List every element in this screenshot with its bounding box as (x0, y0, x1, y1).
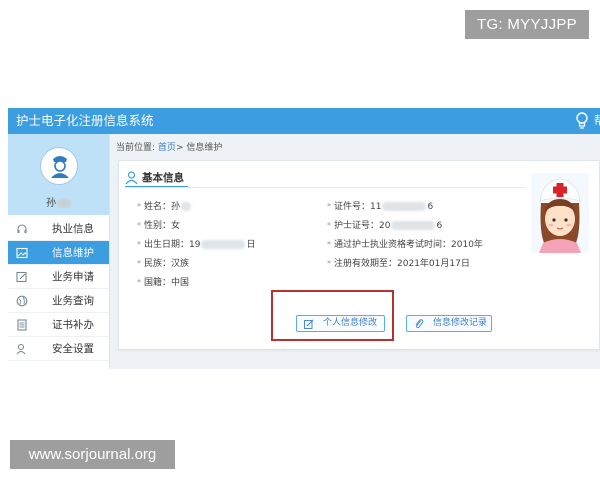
info-edit-log-button[interactable]: 信息修改记录 (406, 315, 492, 332)
field-value-end: 6 (427, 202, 434, 212)
required-mark: * (327, 240, 331, 249)
sidebar-item-security-settings[interactable]: 安全设置 (8, 337, 109, 361)
user-name: 孙 (8, 194, 109, 209)
field-value: 2010年 (451, 240, 483, 250)
top-bar: 护士电子化注册信息系统 帮 (8, 108, 600, 134)
breadcrumb-home-link[interactable]: 首页 (158, 143, 176, 153)
field-value: 2021年01月17日 (397, 259, 470, 269)
document-icon (17, 319, 27, 331)
breadcrumb-separator: > (175, 143, 184, 153)
field-label: 姓名： (144, 202, 172, 212)
avatar (40, 147, 78, 185)
sidebar-item-label: 证书补办 (52, 319, 94, 331)
card-divider (125, 187, 525, 188)
field-value-end: 日 (246, 240, 256, 250)
lightbulb-icon[interactable] (575, 111, 589, 131)
sidebar: 孙 执业信息 信息维护 业务申请 业务查询 证书补办 安全设置 (8, 134, 110, 369)
field-label: 通过护士执业资格考试时间： (334, 240, 452, 250)
required-mark: * (327, 221, 331, 230)
field-label: 注册有效期至： (334, 259, 398, 269)
field-value-start: 20 (379, 221, 391, 231)
topbar-cut-text: 帮 (594, 114, 600, 127)
redaction-mask (382, 202, 427, 211)
sidebar-item-certificate-reissue[interactable]: 证书补办 (8, 313, 109, 337)
redaction-mask (391, 221, 436, 230)
field-ethnicity: * 民族：汉族 (137, 256, 189, 269)
required-mark: * (137, 240, 141, 249)
sidebar-item-label: 安全设置 (52, 343, 94, 355)
highlight-box (271, 290, 394, 341)
field-value-end: 6 (436, 221, 443, 231)
required-mark: * (137, 259, 141, 268)
edit-icon (16, 271, 27, 283)
field-label: 性别： (144, 221, 172, 231)
field-name: * 姓名：孙 (137, 199, 192, 212)
field-value: 汉族 (171, 259, 190, 269)
field-exam-time: * 通过护士执业资格考试时间：2010年 (327, 237, 483, 250)
globe-icon (16, 295, 28, 307)
required-mark: * (137, 278, 141, 287)
field-label: 证件号： (334, 202, 371, 212)
sidebar-item-info-maintenance[interactable]: 信息维护 (8, 241, 109, 265)
breadcrumb-prefix: 当前位置: (116, 143, 156, 153)
nurse-photo (531, 173, 589, 253)
field-label: 护士证号： (334, 221, 380, 231)
page: TG: MYYJJPP 护士电子化注册信息系统 帮 孙 执业信息 信息维护 业务… (0, 0, 600, 480)
field-value: 女 (171, 221, 181, 231)
user-name-mask (57, 198, 71, 208)
required-mark: * (327, 259, 331, 268)
headset-icon (17, 224, 27, 233)
field-valid-until: * 注册有效期至：2021年01月17日 (327, 256, 470, 269)
required-mark: * (137, 221, 141, 230)
nurse-avatar-icon (51, 156, 69, 178)
image-icon (16, 247, 28, 259)
field-gender: * 性别：女 (137, 218, 180, 231)
watermark-site: www.sorjournal.org (10, 440, 175, 469)
field-label: 民族： (144, 259, 172, 269)
field-id-number: * 证件号：11 6 (327, 199, 433, 212)
field-nurse-cert: * 护士证号：20 6 (327, 218, 442, 231)
user-name-prefix: 孙 (46, 198, 56, 209)
card-header: 基本信息 (125, 171, 188, 187)
breadcrumb: 当前位置: 首页> 信息维护 (116, 140, 222, 153)
field-value-start: 19 (189, 240, 201, 250)
field-value: 孙 (171, 202, 181, 212)
field-nationality: * 国籍：中国 (137, 275, 189, 288)
field-birth-date: * 出生日期：19 日 (137, 237, 255, 250)
paperclip-icon (415, 319, 424, 329)
redaction-mask (201, 240, 246, 249)
app-title: 护士电子化注册信息系统 (16, 113, 154, 128)
required-mark: * (137, 202, 141, 211)
sidebar-item-label: 信息维护 (52, 247, 94, 259)
field-value-start: 11 (370, 202, 382, 212)
field-label: 出生日期： (144, 240, 190, 250)
sidebar-item-business-apply[interactable]: 业务申请 (8, 265, 109, 289)
watermark-tg: TG: MYYJJPP (465, 10, 589, 39)
person-icon (125, 171, 138, 185)
sidebar-item-label: 业务申请 (52, 271, 94, 283)
sidebar-item-label: 业务查询 (52, 295, 94, 307)
field-label: 国籍： (144, 278, 172, 288)
sidebar-item-business-query[interactable]: 业务查询 (8, 289, 109, 313)
sidebar-item-label: 执业信息 (52, 223, 94, 235)
redaction-mask (181, 202, 192, 211)
sidebar-item-practice-info[interactable]: 执业信息 (8, 217, 109, 241)
sidebar-menu: 执业信息 信息维护 业务申请 业务查询 证书补办 安全设置 (8, 217, 109, 361)
button-label: 信息修改记录 (433, 318, 488, 328)
user-lock-icon (16, 343, 26, 355)
required-mark: * (327, 202, 331, 211)
card-title: 基本信息 (142, 172, 184, 184)
field-value: 中国 (171, 278, 190, 288)
profile-panel: 孙 (8, 134, 109, 215)
breadcrumb-current: 信息维护 (186, 143, 223, 153)
